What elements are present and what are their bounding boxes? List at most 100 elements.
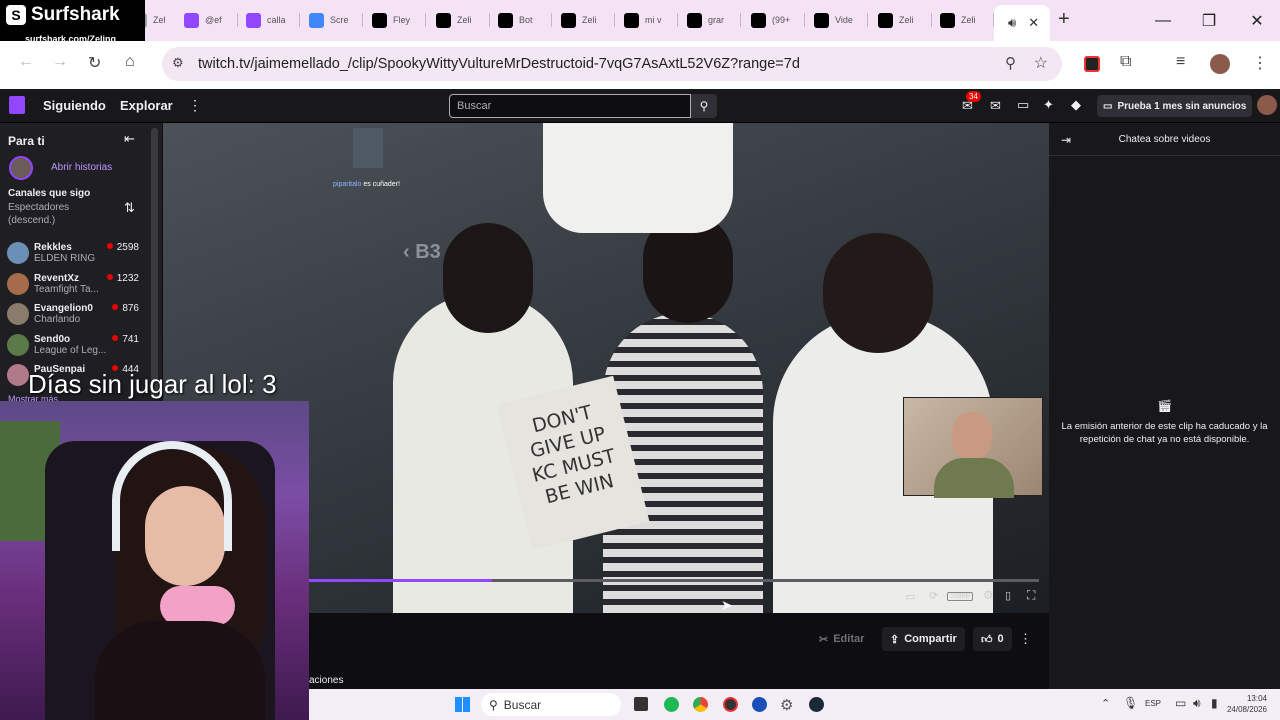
sidebar-title: Para ti bbox=[8, 134, 45, 148]
url-text: twitch.tv/jaimemellado_/clip/SpookyWitty… bbox=[198, 56, 800, 72]
browser-tab[interactable]: mi v bbox=[618, 7, 678, 33]
chat-unavailable-message: La emisión anterior de este clip ha cadu… bbox=[1061, 421, 1268, 445]
settings-taskbar-icon[interactable]: ⚙ bbox=[780, 696, 793, 714]
speaker-icon[interactable]: 🔊︎ bbox=[1008, 15, 1016, 31]
task-view-icon[interactable] bbox=[634, 697, 648, 711]
browser-menu-icon[interactable]: ⋮ bbox=[1252, 53, 1268, 73]
language-indicator[interactable]: ESP bbox=[1145, 699, 1161, 708]
search-input[interactable]: Buscar bbox=[449, 94, 691, 118]
profile-avatar[interactable] bbox=[1210, 54, 1230, 74]
start-windows-icon[interactable] bbox=[455, 697, 470, 712]
miniplayer-icon[interactable]: ▭ bbox=[905, 590, 915, 603]
user-avatar[interactable] bbox=[1257, 95, 1277, 115]
spotify-icon[interactable] bbox=[664, 697, 679, 712]
browser-tab[interactable]: Fley bbox=[366, 7, 426, 33]
steam-icon[interactable] bbox=[809, 697, 824, 712]
nav-browse[interactable]: Explorar bbox=[120, 98, 173, 113]
chat-icon[interactable]: ▭ bbox=[1017, 97, 1029, 113]
x-icon bbox=[372, 12, 387, 28]
new-tab-button[interactable]: + bbox=[1058, 8, 1070, 31]
browser-tab[interactable]: Bot bbox=[492, 7, 552, 33]
followed-channel[interactable]: ReventXz Teamfight Ta... 1232 bbox=[7, 270, 155, 300]
quality-badge[interactable]: 1080P bbox=[947, 592, 974, 601]
clock[interactable]: 13:04 24/08/2026 bbox=[1221, 693, 1267, 715]
mic-tray-icon[interactable]: 🎙︎ bbox=[1123, 696, 1138, 710]
browser-tab[interactable]: @ef bbox=[178, 7, 238, 33]
nav-more-icon[interactable]: ⋮ bbox=[188, 97, 202, 114]
site-info-icon[interactable]: ⚙ bbox=[172, 55, 184, 71]
open-stories-link[interactable]: Abrir historias bbox=[51, 162, 112, 173]
bits-icon[interactable]: ◆ bbox=[1071, 97, 1081, 113]
fullscreen-icon[interactable]: ⛶ bbox=[1027, 588, 1035, 603]
followed-channel[interactable]: Evangelion0 Charlando 876 bbox=[7, 300, 155, 330]
tab-label: grar bbox=[708, 15, 725, 25]
browser-tab[interactable]: Zeli bbox=[430, 7, 490, 33]
browser-tab[interactable]: Zeli bbox=[934, 7, 994, 33]
tab-label: @ef bbox=[205, 15, 222, 25]
channel-game: ELDEN RING bbox=[34, 253, 96, 264]
extension-red-icon[interactable] bbox=[1084, 56, 1100, 72]
loop-icon[interactable]: ⟳ bbox=[929, 589, 938, 602]
browser-tab[interactable]: Vide bbox=[808, 7, 868, 33]
reload-icon[interactable]: ↻ bbox=[88, 53, 101, 73]
followed-channel[interactable]: Send0o League of Leg... 741 bbox=[7, 331, 155, 361]
forward-icon[interactable]: → bbox=[52, 53, 68, 71]
theatre-mode-icon[interactable]: ▯ bbox=[1005, 589, 1011, 602]
settings-gear-icon[interactable]: ⚙ bbox=[983, 588, 994, 602]
home-icon[interactable]: ⌂ bbox=[125, 53, 135, 71]
edit-button[interactable]: ✂ Editar bbox=[811, 627, 872, 651]
clock-time: 13:04 bbox=[1246, 694, 1267, 703]
volume-icon[interactable]: 🔊︎ bbox=[1193, 696, 1201, 711]
more-options-icon[interactable]: ⋮ bbox=[1019, 631, 1032, 647]
zoom-icon[interactable]: ⚲ bbox=[1005, 54, 1016, 72]
tab-label: Bot bbox=[519, 15, 533, 25]
scissors-icon: ✂ bbox=[819, 633, 829, 646]
browser-tab[interactable]: Zeli bbox=[555, 7, 615, 33]
turbo-button[interactable]: ▭ Prueba 1 mes sin anuncios bbox=[1097, 95, 1253, 117]
tab-label: Zeli bbox=[582, 15, 597, 25]
back-icon[interactable]: ← bbox=[18, 53, 34, 71]
stories-avatar[interactable] bbox=[9, 156, 33, 180]
sidebar-scrollbar[interactable] bbox=[151, 128, 158, 398]
close-window-button[interactable]: ✕ bbox=[1234, 0, 1280, 41]
media-control-icon[interactable]: ≡ bbox=[1176, 53, 1185, 71]
overlay-user: piparitalo bbox=[333, 181, 362, 188]
battery-icon[interactable]: ▮ bbox=[1211, 696, 1218, 710]
app-blue-icon[interactable] bbox=[752, 697, 767, 712]
chrome-icon[interactable] bbox=[693, 697, 708, 712]
maximize-button[interactable]: ❐ bbox=[1186, 0, 1232, 41]
close-tab-icon[interactable]: ✕ bbox=[1028, 15, 1039, 31]
nav-following[interactable]: Siguiendo bbox=[43, 98, 106, 113]
channel-name: Send0o bbox=[34, 333, 71, 345]
channel-avatar bbox=[7, 242, 29, 264]
extensions-puzzle-icon[interactable]: ⧉ bbox=[1120, 53, 1131, 71]
browser-tab[interactable]: (99+ bbox=[745, 7, 805, 33]
tab-separator bbox=[299, 13, 300, 27]
like-button[interactable]: 👍︎ 0 bbox=[973, 627, 1012, 651]
clip-icon: 🎬︎ bbox=[1157, 399, 1173, 413]
share-button[interactable]: ⇪ Compartir bbox=[882, 627, 965, 651]
browser-tab[interactable]: Scre bbox=[303, 7, 363, 33]
progress-bar[interactable] bbox=[309, 579, 1039, 582]
minimize-button[interactable]: — bbox=[1140, 0, 1186, 41]
bookmark-star-icon[interactable]: ☆ bbox=[1034, 53, 1048, 73]
collapse-sidebar-icon[interactable]: ⇤ bbox=[124, 131, 135, 147]
whispers-icon[interactable]: ✉ bbox=[990, 98, 1001, 114]
tab-label-partial[interactable]: aciones bbox=[309, 675, 343, 686]
browser-tab[interactable]: calla bbox=[240, 7, 300, 33]
taskbar-search[interactable]: ⚲ Buscar bbox=[481, 693, 621, 716]
browser-toolbar: ← → ↻ ⌂ ⚙ twitch.tv/jaimemellado_/clip/S… bbox=[0, 41, 1280, 89]
network-icon[interactable]: ▭ bbox=[1175, 696, 1186, 710]
active-tab[interactable]: 🔊︎ ✕ bbox=[994, 5, 1050, 41]
address-bar[interactable]: ⚙ twitch.tv/jaimemellado_/clip/SpookyWit… bbox=[162, 47, 1062, 81]
tray-chevron-icon[interactable]: ⌃ bbox=[1101, 697, 1110, 710]
app-red-icon[interactable] bbox=[723, 697, 738, 712]
followed-channel[interactable]: Rekkles ELDEN RING 2598 bbox=[7, 239, 155, 269]
search-button[interactable]: ⚲ bbox=[691, 94, 717, 118]
sort-icon[interactable]: ⇅ bbox=[124, 200, 135, 216]
clip-facecam bbox=[903, 397, 1043, 498]
drops-icon[interactable]: ✦ bbox=[1043, 97, 1054, 113]
browser-tab[interactable]: grar bbox=[681, 7, 741, 33]
browser-tab[interactable]: Zeli bbox=[872, 7, 932, 33]
twitch-logo-icon[interactable] bbox=[9, 96, 25, 114]
